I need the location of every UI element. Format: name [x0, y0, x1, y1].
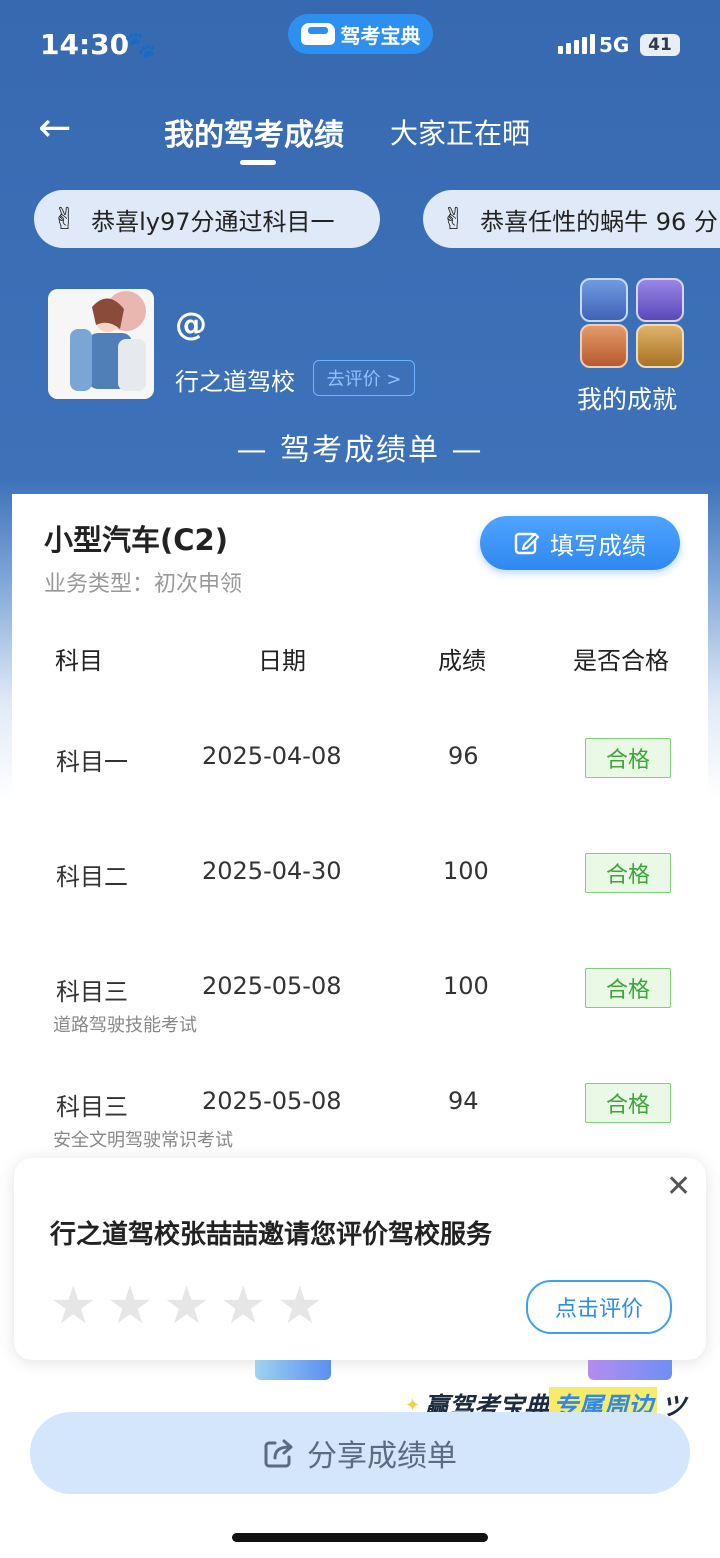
status-time: 14:30 [40, 28, 130, 61]
star-rating[interactable]: ★ ★ ★ ★ ★ [50, 1280, 323, 1332]
row-subject: 科目三 [56, 978, 128, 1006]
row-subject: 科目一 [56, 748, 128, 776]
brand-name: 驾考宝典 [340, 23, 421, 48]
fill-score-label: 填写成绩 [550, 531, 646, 560]
ticker-text: 恭喜ly97分通过科目一 [91, 207, 335, 236]
tab-indicator [240, 160, 276, 165]
avatar[interactable] [48, 289, 154, 399]
rate-school-button[interactable]: 去评价 > [313, 360, 415, 396]
row-subject: 科目三 [56, 1093, 128, 1121]
achievements-label[interactable]: 我的成就 [577, 380, 677, 416]
row-score: 100 [443, 972, 489, 1000]
column-header-pass: 是否合格 [573, 647, 669, 675]
achievement-badges[interactable] [578, 276, 684, 368]
edit-icon [514, 532, 540, 555]
share-report-button[interactable]: 分享成绩单 [30, 1412, 690, 1494]
battery-icon: 41 [640, 34, 680, 56]
row-score: 96 [448, 742, 479, 770]
row-subject: 科目二 [56, 863, 128, 891]
back-arrow-icon[interactable]: ← [38, 108, 72, 148]
report-title: — 驾考成绩单 — [236, 433, 484, 468]
ticker-item[interactable]: ✌ 恭喜ly97分通过科目一 [34, 190, 380, 248]
top-nav: ← 我的驾考成绩 大家正在晒 [0, 100, 720, 170]
row-date: 2025-05-08 [202, 1087, 342, 1115]
badge-icon [580, 278, 628, 322]
star-icon[interactable]: ★ [163, 1280, 210, 1332]
row-subject-note: 安全文明驾驶常识考试 [53, 1130, 233, 1151]
star-icon[interactable]: ★ [50, 1280, 97, 1332]
star-icon[interactable]: ★ [107, 1280, 154, 1332]
row-score: 94 [448, 1087, 479, 1115]
signal-icon [558, 34, 595, 54]
pass-badge: 合格 [585, 1083, 671, 1123]
victory-hand-icon: ✌ [441, 201, 467, 237]
badge-icon [636, 278, 684, 322]
pass-badge: 合格 [585, 853, 671, 893]
column-header-date: 日期 [258, 647, 306, 675]
row-date: 2025-04-30 [202, 857, 342, 885]
rate-now-button[interactable]: 点击评价 [526, 1280, 672, 1334]
star-icon[interactable]: ★ [220, 1280, 267, 1332]
ticker-text: 恭喜任性的蜗牛 96 分 [480, 207, 718, 236]
star-icon[interactable]: ★ [277, 1280, 324, 1332]
paw-icon: 🐾 [124, 30, 157, 60]
ticker-item[interactable]: ✌ 恭喜任性的蜗牛 96 分 [423, 190, 720, 248]
business-type: 业务类型：初次申领 [44, 572, 243, 597]
fill-score-button[interactable]: 填写成绩 [480, 516, 680, 570]
network-type: 5G [599, 33, 630, 57]
tab-everyone-sharing[interactable]: 大家正在晒 [390, 112, 530, 152]
share-label: 分享成绩单 [307, 1439, 457, 1474]
row-score: 100 [443, 857, 489, 885]
peek-item-icon [255, 1360, 331, 1380]
driving-school-name: 行之道驾校 [175, 368, 295, 396]
home-indicator[interactable] [232, 1533, 488, 1542]
victory-hand-icon: ✌ [52, 201, 78, 237]
row-subject-note: 道路驾驶技能考试 [53, 1015, 197, 1036]
row-date: 2025-04-08 [202, 742, 342, 770]
tab-my-scores[interactable]: 我的驾考成绩 [164, 110, 344, 154]
brand-pill[interactable]: 驾考宝典 [288, 14, 433, 54]
license-type: 小型汽车(C2) [44, 523, 228, 557]
user-handle: @ [175, 305, 207, 343]
close-icon[interactable]: ✕ [666, 1172, 691, 1202]
share-icon [264, 1439, 293, 1468]
column-header-subject: 科目 [55, 647, 103, 675]
status-bar: 14:30 🐾 驾考宝典 5G 41 [0, 0, 720, 90]
pass-badge: 合格 [585, 738, 671, 778]
car-icon [300, 23, 335, 45]
row-date: 2025-05-08 [202, 972, 342, 1000]
rating-invite-text: 行之道驾校张喆喆邀请您评价驾校服务 [50, 1220, 493, 1250]
peek-item-icon [588, 1360, 672, 1380]
column-header-score: 成绩 [438, 647, 486, 675]
badge-icon [580, 324, 628, 368]
pass-badge: 合格 [585, 968, 671, 1008]
badge-icon [636, 324, 684, 368]
